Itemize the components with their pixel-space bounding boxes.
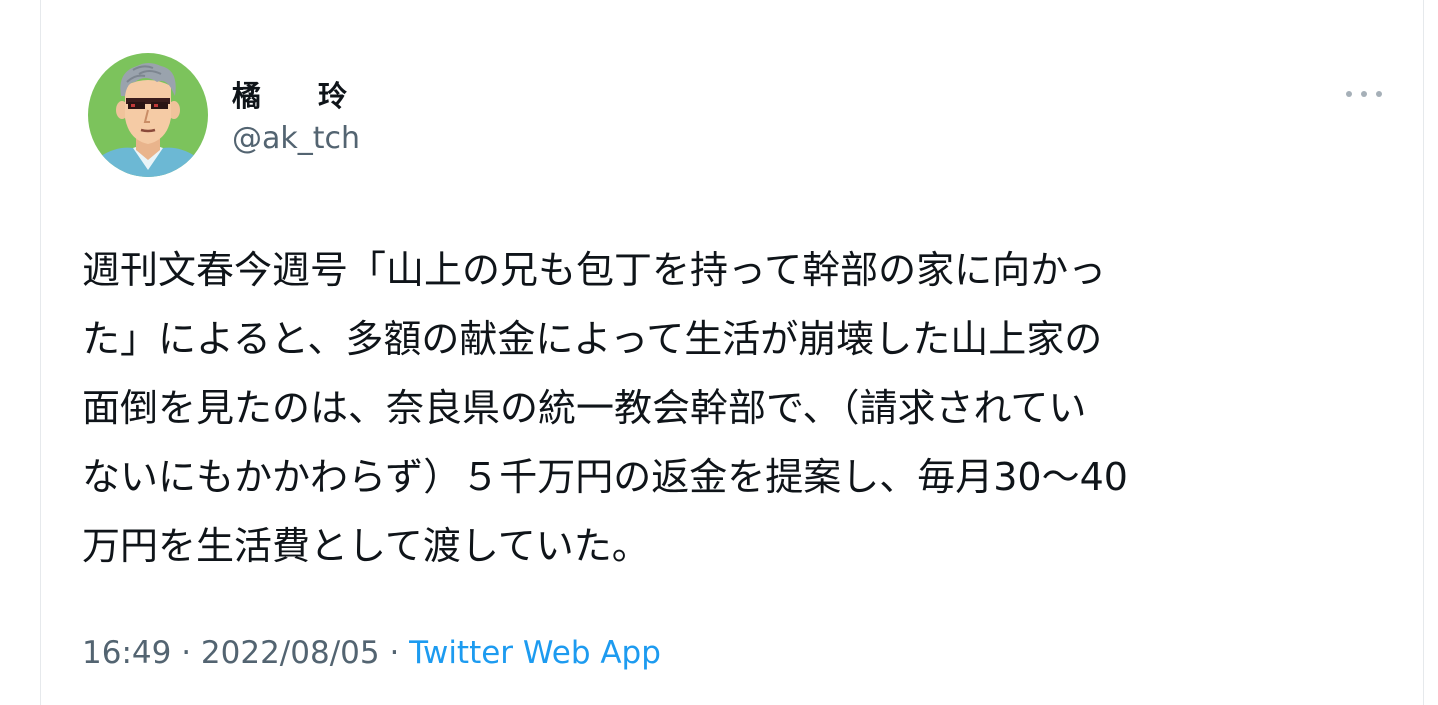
tweet-text-line: た」によると、多額の献金によって生活が崩壊した山上家の	[82, 317, 1103, 361]
meta-separator: ·	[171, 635, 201, 671]
tweet-date[interactable]: 2022/08/05	[201, 635, 380, 671]
tweet-source-link[interactable]: Twitter Web App	[409, 635, 661, 671]
avatar-image	[88, 53, 208, 177]
more-dot	[1376, 91, 1382, 97]
tweet-text: 週刊文春今週号「山上の兄も包丁を持って幹部の家に向かっ た」によると、多額の献金…	[82, 236, 1382, 581]
more-horizontal-icon[interactable]	[1346, 86, 1382, 102]
more-dot	[1361, 91, 1367, 97]
user-handle[interactable]: @ak_tch	[232, 121, 360, 157]
tweet-time[interactable]: 16:49	[82, 635, 171, 671]
meta-separator: ·	[379, 635, 410, 671]
tweet-text-line: 面倒を見たのは、奈良県の統一教会幹部で、（請求されてい	[82, 386, 1087, 430]
tweet-text-line: 万円を生活費として渡していた。	[82, 524, 650, 568]
tweet-text-line: 週刊文春今週号「山上の兄も包丁を持って幹部の家に向かっ	[82, 248, 1107, 292]
avatar[interactable]	[87, 52, 209, 178]
tweet-text-line: ないにもかかわらず）５千万円の返金を提案し、毎月30〜40	[82, 455, 1128, 499]
more-dot	[1346, 91, 1352, 97]
display-name[interactable]: 橘 玲	[232, 78, 361, 114]
tweet-meta: 16:49 · 2022/08/05 · Twitter Web App	[82, 633, 661, 673]
